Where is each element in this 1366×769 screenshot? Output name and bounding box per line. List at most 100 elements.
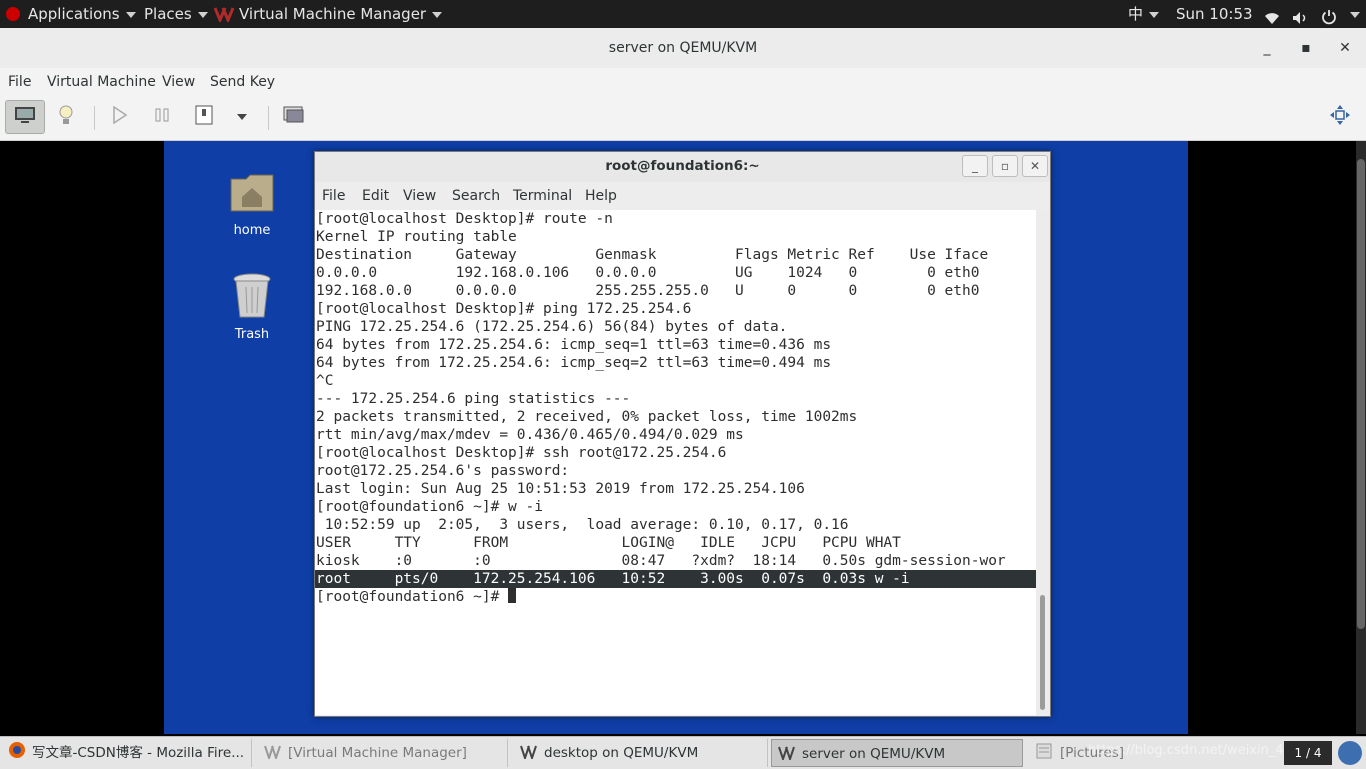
guest-desktop[interactable]: home Trash root@foundation6:~ _ ▫ ✕ File… (164, 141, 1188, 734)
terminal-line: [root@localhost Desktop]# ping 172.25.25… (316, 301, 692, 317)
play-icon (112, 105, 128, 128)
pause-button[interactable] (142, 100, 182, 134)
wifi-icon[interactable] (1264, 6, 1280, 24)
chevron-down-icon (1350, 11, 1360, 18)
chevron-down-icon (432, 11, 443, 18)
close-button[interactable]: ✕ (1333, 36, 1357, 60)
chevron-down-icon (1149, 11, 1160, 18)
window-list-taskbar: 写文章-CSDN博客 - Mozilla Fire... [Virtual Ma… (0, 736, 1366, 769)
console-view-button[interactable] (5, 100, 45, 134)
pause-icon (154, 107, 170, 127)
terminal-cursor (508, 588, 517, 603)
terminal-minimize-button[interactable]: _ (962, 155, 988, 177)
monitor-icon (14, 106, 36, 128)
snapshots-button[interactable] (274, 100, 314, 134)
terminal-maximize-button[interactable]: ▫ (992, 155, 1018, 177)
home-folder-icon (228, 174, 276, 219)
terminal-line: 2 packets transmitted, 2 received, 0% pa… (316, 409, 858, 425)
snapshot-icon (283, 106, 305, 128)
desktop-icon-trash[interactable]: Trash (212, 273, 292, 342)
terminal-line: kiosk :0 :0 08:47 ?xdm? 18:14 0.50s gdm-… (316, 553, 1006, 569)
task-label: [Virtual Machine Manager] (288, 745, 467, 761)
terminal-line: rtt min/avg/max/mdev = 0.436/0.465/0.494… (316, 427, 744, 443)
task-virt-manager[interactable]: [Virtual Machine Manager] (258, 739, 508, 767)
terminal-menu-view[interactable]: View (403, 188, 436, 204)
terminal-line: Last login: Sun Aug 25 10:51:53 2019 fro… (316, 481, 805, 497)
places-menu[interactable]: Places (144, 0, 208, 28)
terminal-prompt: [root@foundation6 ~]# (316, 589, 509, 605)
active-app-label: Virtual Machine Manager (239, 5, 427, 23)
clock[interactable]: Sun 10:53 (1176, 0, 1253, 28)
volume-icon[interactable] (1292, 6, 1310, 24)
redhat-logo-icon (6, 7, 20, 21)
terminal-line: root@172.25.254.6's password: (316, 463, 570, 479)
firefox-icon (8, 741, 26, 758)
toolbar-separator (94, 106, 95, 130)
terminal-line: Kernel IP routing table (316, 229, 517, 245)
vm-display-scrollbar[interactable] (1356, 141, 1366, 734)
terminal-line: ^C (316, 373, 334, 389)
vm-toolbar (0, 96, 1366, 141)
run-button[interactable] (100, 100, 140, 134)
file-manager-icon (1036, 741, 1054, 759)
vm-menubar: File Virtual Machine View Send Key (0, 68, 1366, 96)
guest-display[interactable]: home Trash root@foundation6:~ _ ▫ ✕ File… (0, 141, 1366, 734)
fullscreen-button[interactable] (1320, 100, 1360, 134)
desktop-icon-home[interactable]: home (212, 171, 292, 238)
terminal-menu-edit[interactable]: Edit (362, 188, 389, 204)
terminal-line-selected: root pts/0 172.25.254.106 10:52 3.00s 0.… (315, 570, 1036, 588)
terminal-close-button[interactable]: ✕ (1022, 155, 1048, 177)
workspace-pager[interactable]: 1 / 4 (1284, 741, 1332, 765)
terminal-scrollbar[interactable] (1036, 210, 1049, 715)
terminal-line: 10:52:59 up 2:05, 3 users, load average:… (316, 517, 849, 533)
terminal-line: Destination Gateway Genmask Flags Metric… (316, 247, 989, 263)
menu-virtual-machine[interactable]: Virtual Machine (47, 74, 156, 90)
menu-file[interactable]: File (8, 74, 31, 90)
terminal-title: root@foundation6:~ (315, 152, 1050, 182)
terminal-scrollbar-thumb[interactable] (1040, 595, 1045, 710)
system-menu-chevron[interactable] (1344, 0, 1360, 28)
applications-label: Applications (28, 5, 120, 23)
terminal-output[interactable]: [root@localhost Desktop]# route -n Kerne… (315, 210, 1036, 715)
terminal-menu-search[interactable]: Search (452, 188, 500, 204)
places-label: Places (144, 5, 192, 23)
terminal-line: PING 172.25.254.6 (172.25.254.6) 56(84) … (316, 319, 788, 335)
applications-menu[interactable]: Applications (6, 0, 136, 28)
task-server-vm[interactable]: server on QEMU/KVM (771, 739, 1023, 767)
active-app-menu[interactable]: Virtual Machine Manager (213, 0, 443, 28)
terminal-window[interactable]: root@foundation6:~ _ ▫ ✕ File Edit View … (314, 151, 1051, 717)
terminal-line: [root@localhost Desktop]# route -n (316, 211, 613, 227)
watermark-text: https://blog.csdn.net/weixin_42046 (1088, 743, 1317, 758)
input-method-label: 中 (1128, 5, 1144, 23)
input-method-indicator[interactable]: 中 (1128, 0, 1160, 28)
task-desktop-vm[interactable]: desktop on QEMU/KVM (514, 739, 768, 767)
vm-console-window: server on QEMU/KVM _ ▪ ✕ File Virtual Ma… (0, 28, 1366, 734)
terminal-menu-terminal[interactable]: Terminal (513, 188, 572, 204)
notification-icon[interactable] (1338, 741, 1362, 765)
task-firefox[interactable]: 写文章-CSDN博客 - Mozilla Fire... (2, 739, 252, 767)
menu-send-key[interactable]: Send Key (210, 74, 275, 90)
maximize-button[interactable]: ▪ (1294, 36, 1318, 60)
menu-view[interactable]: View (162, 74, 195, 90)
chevron-down-icon (125, 11, 136, 18)
chevron-down-icon (197, 11, 208, 18)
power-icon[interactable] (1321, 6, 1337, 25)
minimize-button[interactable]: _ (1255, 36, 1279, 60)
terminal-menubar: File Edit View Search Terminal Help (315, 182, 1050, 210)
shutdown-dropdown[interactable] (222, 100, 262, 134)
trash-icon (232, 273, 272, 323)
terminal-menu-file[interactable]: File (322, 188, 345, 204)
vm-display-scrollbar-thumb[interactable] (1357, 159, 1365, 629)
terminal-line: --- 172.25.254.6 ping statistics --- (316, 391, 631, 407)
power-off-icon (195, 105, 213, 129)
terminal-menu-help[interactable]: Help (585, 188, 617, 204)
desktop-icon-label: Trash (234, 327, 270, 342)
desktop-icon-label: home (233, 223, 271, 238)
virt-manager-icon (264, 741, 282, 762)
details-view-button[interactable] (46, 100, 86, 134)
terminal-line: [root@localhost Desktop]# ssh root@172.2… (316, 445, 727, 461)
shutdown-button[interactable] (184, 100, 224, 134)
task-label: server on QEMU/KVM (802, 746, 946, 762)
top-panel: Applications Places Virtual Machine Mana… (0, 0, 1366, 28)
terminal-line: 64 bytes from 172.25.254.6: icmp_seq=1 t… (316, 337, 832, 353)
